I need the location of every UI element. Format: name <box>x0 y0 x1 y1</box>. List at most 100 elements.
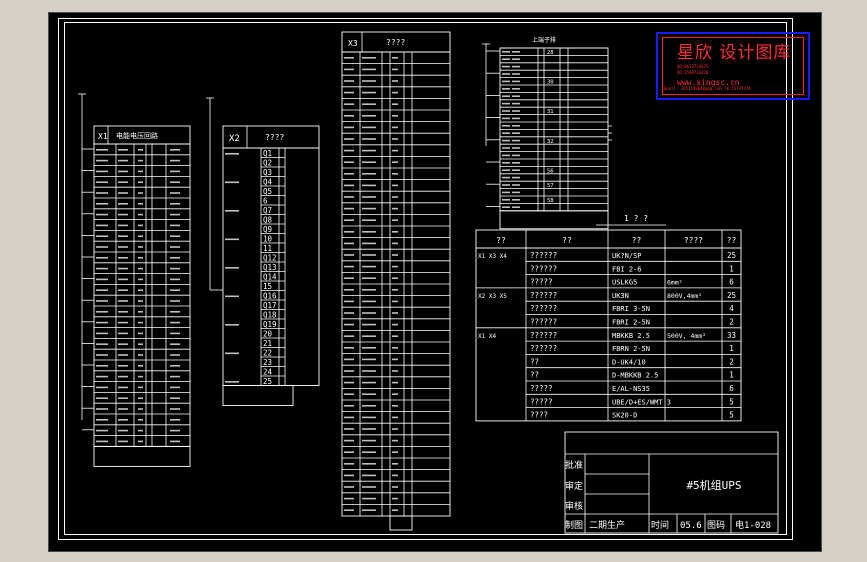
material-qty: 6 <box>729 384 734 393</box>
cell-text-mark <box>512 102 520 105</box>
material-qty: 2 <box>729 318 734 327</box>
cell-text-mark <box>96 213 108 216</box>
cell-text-mark <box>96 408 108 410</box>
cell-text-mark <box>392 358 398 361</box>
cell-text-mark <box>118 440 128 443</box>
material-qty: 33 <box>727 331 736 340</box>
x2-terminal-number: Q2 <box>263 159 272 168</box>
material-qty: 4 <box>729 304 734 313</box>
cell-text-mark <box>138 365 143 367</box>
cell-text-mark <box>362 300 376 303</box>
cell-text-mark <box>344 80 354 82</box>
cell-text-mark <box>502 154 510 157</box>
label-draw: 制图 <box>565 519 583 531</box>
cell-text-mark <box>512 162 520 164</box>
cell-text-mark <box>362 68 376 71</box>
x2-terminal-number: 23 <box>263 358 272 367</box>
cell-text-mark <box>225 210 239 212</box>
cell-text-mark <box>96 289 108 291</box>
cell-text-mark <box>170 203 180 205</box>
cell-text-mark <box>170 257 180 259</box>
cell-text-mark <box>96 429 108 432</box>
cell-text-mark <box>362 91 376 94</box>
cell-text-mark <box>138 408 143 410</box>
x2-terminal-number: 25 <box>263 377 272 386</box>
cell-text-mark <box>225 381 239 383</box>
cell-text-mark <box>362 289 376 291</box>
x1-header-title: 电能电压回路 <box>116 131 158 140</box>
cell-text-mark <box>392 463 398 465</box>
cell-text-mark <box>170 429 180 432</box>
cell-text-mark <box>362 312 376 314</box>
cell-text-mark <box>344 428 354 430</box>
material-name: ?????? <box>530 291 557 300</box>
cell-text-mark <box>392 451 398 453</box>
cell-text-mark <box>392 300 398 303</box>
cell-text-mark <box>512 132 520 134</box>
cell-text-mark <box>344 323 354 326</box>
cell-text-mark <box>502 176 510 179</box>
cell-text-mark <box>344 115 354 117</box>
material-qty: 1 <box>729 344 734 353</box>
cell-text-mark <box>392 312 398 314</box>
cell-text-mark <box>362 184 376 187</box>
cell-text-mark <box>362 416 376 419</box>
cell-text-mark <box>138 375 143 378</box>
material-name: ?????? <box>530 251 557 260</box>
cell-text-mark <box>344 161 354 163</box>
label-approve: 批准 <box>565 459 583 471</box>
cell-text-mark <box>118 203 128 205</box>
material-spec: 6mm² <box>667 279 683 287</box>
cell-text-mark <box>138 397 143 399</box>
cell-text-mark <box>170 289 180 291</box>
cell-text-mark <box>96 257 108 259</box>
cell-text-mark <box>138 170 143 173</box>
cell-text-mark <box>392 347 398 349</box>
cell-text-mark <box>118 429 128 432</box>
cell-text-mark <box>512 125 520 127</box>
cell-text-mark <box>362 207 376 210</box>
cell-text-mark <box>344 289 354 291</box>
x2-terminal-number: Q8 <box>263 216 273 225</box>
cell-text-mark <box>170 149 180 151</box>
watermark-qq-1: QQ:8613734625 <box>677 64 709 69</box>
cell-text-mark <box>138 343 143 345</box>
cell-text-mark <box>512 58 520 60</box>
cell-text-mark <box>392 370 398 372</box>
material-name: ?????? <box>530 331 557 340</box>
cell-text-mark <box>512 176 520 179</box>
cell-text-mark <box>362 196 376 198</box>
material-qty: 1 <box>729 264 734 273</box>
cell-text-mark <box>344 149 354 152</box>
material-qty: 2 <box>729 357 734 366</box>
x2-terminal-number: Q17 <box>263 301 277 310</box>
cell-text-mark <box>118 311 128 313</box>
cell-text-mark <box>362 439 376 442</box>
cell-text-mark <box>392 115 398 117</box>
cell-text-mark <box>96 397 108 399</box>
project-title: #5机组UPS <box>686 478 741 492</box>
cell-text-mark <box>344 219 354 221</box>
cell-text-mark <box>344 173 354 175</box>
cell-text-mark <box>118 300 128 302</box>
cell-text-mark <box>362 474 376 477</box>
cell-text-mark <box>225 153 239 155</box>
x3-header-code: X3 <box>348 39 358 48</box>
cell-text-mark <box>96 419 108 421</box>
material-model: D-MBKKB 2.5 <box>612 372 658 380</box>
material-model: E/AL-NS35 <box>612 385 650 393</box>
cell-text-mark <box>362 497 376 500</box>
cell-text-mark <box>502 206 510 208</box>
cell-text-mark <box>392 254 398 256</box>
cell-text-mark <box>96 440 108 443</box>
material-name: ?? <box>530 357 539 366</box>
x2-footer-box <box>222 385 294 406</box>
label-review: 审核 <box>565 500 583 512</box>
cell-text-mark <box>362 370 376 372</box>
x2-terminal-number: 20 <box>263 330 273 339</box>
cell-text-mark <box>392 242 398 245</box>
cell-text-mark <box>392 289 398 291</box>
cell-text-mark <box>392 439 398 442</box>
cell-text-mark <box>362 149 376 152</box>
cell-text-mark <box>344 265 354 268</box>
